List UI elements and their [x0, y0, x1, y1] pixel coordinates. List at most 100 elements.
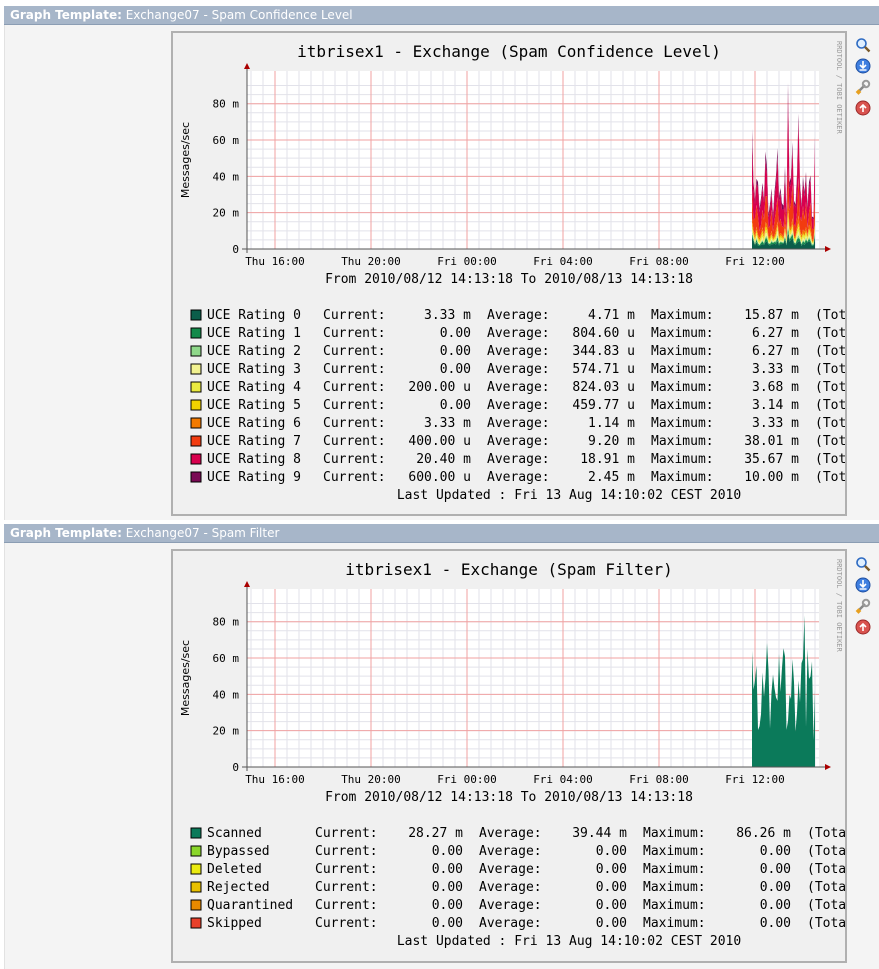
x-tick-label: Fri 00:00: [437, 255, 497, 268]
x-tick-label: Fri 08:00: [629, 773, 689, 786]
zoom-icon[interactable]: [855, 37, 871, 53]
legend-maximum-value: 0.00: [760, 880, 791, 895]
legend-current-label: Current:: [323, 452, 386, 467]
legend-swatch: [190, 345, 202, 357]
legend-average-value: 18.91 m: [580, 452, 635, 467]
legend-average-label: Average:: [479, 826, 542, 841]
properties-icon[interactable]: [855, 598, 871, 614]
graph-canvas: itbrisex1 - Exchange (Spam Confidence Le…: [179, 41, 845, 503]
y-tick-label: 0: [232, 761, 239, 774]
legend-average-value: 459.77 u: [572, 398, 635, 413]
legend-total-label: (Tota: [807, 826, 845, 841]
legend-current-label: Current:: [323, 470, 386, 485]
legend-series-name: UCE Rating 6: [207, 416, 301, 431]
legend-current-value: 0.00: [432, 916, 463, 931]
legend-swatch: [190, 435, 202, 447]
legend-average-value: 0.00: [596, 862, 627, 877]
legend-current-label: Current:: [315, 898, 378, 913]
legend-average-value: 0.00: [596, 916, 627, 931]
legend-series-name: Deleted: [207, 862, 262, 877]
legend-total-label: (Tota: [807, 844, 845, 859]
legend-maximum-label: Maximum:: [651, 326, 714, 341]
legend-maximum-label: Maximum:: [651, 416, 714, 431]
graph-image[interactable]: itbrisex1 - Exchange (Spam Confidence Le…: [171, 31, 847, 516]
y-tick-label: 20 m: [213, 207, 240, 220]
csv-export-icon[interactable]: [855, 577, 871, 593]
y-tick-label: 80 m: [213, 98, 240, 111]
legend-average-label: Average:: [487, 416, 550, 431]
legend-average-value: 824.03 u: [572, 380, 635, 395]
move-up-icon[interactable]: [855, 100, 871, 116]
move-up-icon[interactable]: [855, 619, 871, 635]
legend-average-value: 0.00: [596, 898, 627, 913]
legend-current-label: Current:: [323, 434, 386, 449]
y-tick-label: 20 m: [213, 725, 240, 738]
legend-average-value: 4.71 m: [588, 308, 635, 323]
graph-title: itbrisex1 - Exchange (Spam Confidence Le…: [297, 42, 721, 61]
x-tick-label: Fri 04:00: [533, 255, 593, 268]
legend-current-value: 0.00: [432, 844, 463, 859]
plot-area: [247, 71, 819, 249]
legend-total-label: (Tota: [807, 898, 845, 913]
legend-average-label: Average:: [487, 398, 550, 413]
properties-icon[interactable]: [855, 79, 871, 95]
legend-swatch: [190, 453, 202, 465]
legend-swatch: [190, 881, 202, 893]
legend-maximum-label: Maximum:: [651, 380, 714, 395]
legend-swatch: [190, 899, 202, 911]
legend-current-value: 400.00 u: [408, 434, 471, 449]
legend-average-value: 2.45 m: [588, 470, 635, 485]
legend-swatch: [190, 471, 202, 483]
legend-average-label: Average:: [487, 452, 550, 467]
x-tick-label: Thu 16:00: [245, 255, 305, 268]
legend-series-name: Scanned: [207, 826, 262, 841]
legend-series-name: UCE Rating 1: [207, 326, 301, 341]
legend-series-name: UCE Rating 2: [207, 344, 301, 359]
legend-current-label: Current:: [323, 326, 386, 341]
csv-export-icon[interactable]: [855, 58, 871, 74]
legend-average-label: Average:: [487, 362, 550, 377]
legend-current-label: Current:: [315, 862, 378, 877]
legend-series-name: UCE Rating 7: [207, 434, 301, 449]
legend-maximum-label: Maximum:: [643, 880, 706, 895]
legend-current-label: Current:: [315, 880, 378, 895]
legend-series-name: Quarantined: [207, 898, 293, 913]
legend-total-label: (Tota: [815, 380, 845, 395]
x-tick-label: Fri 04:00: [533, 773, 593, 786]
graph-actions: [855, 37, 875, 121]
legend-maximum-value: 3.14 m: [752, 398, 799, 413]
legend-maximum-label: Maximum:: [643, 898, 706, 913]
legend-maximum-label: Maximum:: [643, 826, 706, 841]
x-tick-label: Fri 12:00: [725, 255, 785, 268]
zoom-icon[interactable]: [855, 556, 871, 572]
legend-total-label: (Tota: [815, 344, 845, 359]
legend-maximum-label: Maximum:: [651, 398, 714, 413]
legend-current-label: Current:: [315, 826, 378, 841]
graph-template-header: Graph Template: Exchange07 - Spam Filter: [4, 524, 879, 543]
legend-current-label: Current:: [323, 380, 386, 395]
legend-current-label: Current:: [323, 308, 386, 323]
legend-maximum-label: Maximum:: [643, 916, 706, 931]
legend-maximum-value: 38.01 m: [744, 434, 799, 449]
legend-total-label: (Tota: [815, 434, 845, 449]
y-tick-label: 60 m: [213, 134, 240, 147]
last-updated: Last Updated : Fri 13 Aug 14:10:02 CEST …: [397, 488, 741, 503]
y-tick-label: 80 m: [213, 616, 240, 629]
legend-average-label: Average:: [487, 470, 550, 485]
y-tick-label: 40 m: [213, 170, 240, 183]
legend-total-label: (Tota: [807, 916, 845, 931]
legend-current-value: 28.27 m: [408, 826, 463, 841]
y-axis-arrow: [244, 581, 250, 587]
legend-total-label: (Tota: [815, 470, 845, 485]
legend-swatch: [190, 827, 202, 839]
legend-maximum-label: Maximum:: [651, 308, 714, 323]
graph-image[interactable]: itbrisex1 - Exchange (Spam Filter) 0 20 m 4…: [171, 549, 847, 963]
legend-average-value: 9.20 m: [588, 434, 635, 449]
legend-maximum-value: 0.00: [760, 862, 791, 877]
legend-current-value: 600.00 u: [408, 470, 471, 485]
x-tick-label: Fri 00:00: [437, 773, 497, 786]
legend-average-label: Average:: [487, 308, 550, 323]
legend-maximum-value: 3.33 m: [752, 416, 799, 431]
legend-average-label: Average:: [479, 880, 542, 895]
legend-current-value: 3.33 m: [424, 308, 471, 323]
